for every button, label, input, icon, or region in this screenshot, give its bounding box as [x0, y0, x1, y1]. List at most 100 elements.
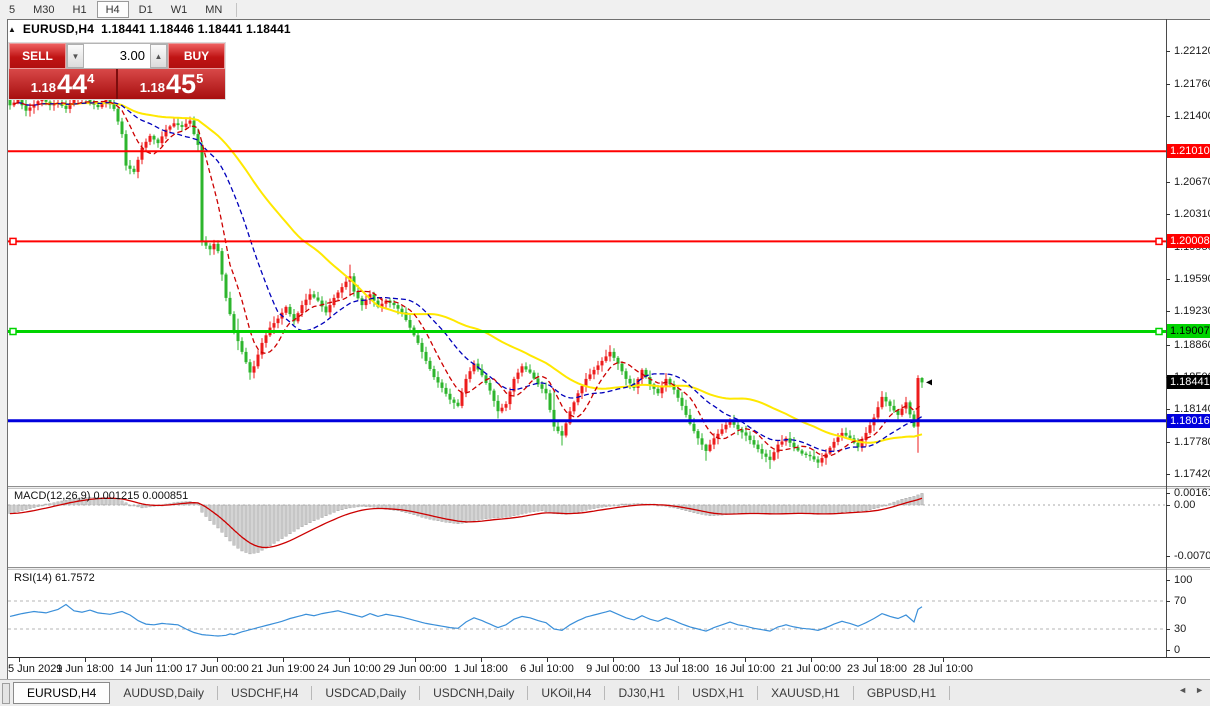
price-axis-tick-label: 1.19230 — [1174, 305, 1210, 317]
axis-tick — [1166, 182, 1170, 183]
axis-tick — [1166, 345, 1170, 346]
hline-price-label: 1.20008 — [1167, 234, 1210, 248]
time-axis-tick — [283, 658, 284, 662]
axis-tick — [1166, 279, 1170, 280]
time-axis-label: 14 Jun 11:00 — [118, 663, 184, 675]
timeframe-button-h1[interactable]: H1 — [65, 1, 95, 18]
sell-price-base: 1.18 — [31, 80, 56, 95]
buy-button[interactable]: BUY — [168, 43, 225, 69]
price-axis-tick-label: 1.17780 — [1174, 436, 1210, 448]
axis-tick — [1166, 442, 1170, 443]
time-axis-label: 1 Jul 18:00 — [448, 663, 514, 675]
time-axis-tick — [151, 658, 152, 662]
axis-tick — [1166, 580, 1170, 581]
tab-nav-arrows: ◄ ► — [1178, 685, 1204, 695]
time-axis-tick — [349, 658, 350, 662]
chart-tab-eurusd[interactable]: EURUSD,H4 — [13, 682, 110, 704]
tab-separator — [949, 686, 950, 700]
price-axis-tick-label: 1.20310 — [1174, 208, 1210, 220]
chart-tab-bar: EURUSD,H4AUDUSD,DailyUSDCHF,H4USDCAD,Dai… — [0, 679, 1210, 706]
trade-panel-collapse-icon[interactable]: ▲ — [8, 25, 16, 34]
tab-scroll-grip[interactable] — [2, 683, 10, 704]
time-axis-tick — [679, 658, 680, 662]
volume-input[interactable]: 3.00 — [84, 44, 150, 68]
current-price-label: 1.18441 — [1167, 375, 1210, 389]
volume-decrease-button[interactable]: ▼ — [67, 44, 84, 68]
macd-axis-tick-label: 0.00161 — [1174, 487, 1210, 499]
time-axis-label: 21 Jun 19:00 — [250, 663, 316, 675]
chart-tab-ukoil[interactable]: UKOil,H4 — [528, 683, 604, 703]
time-axis-label: 28 Jul 10:00 — [910, 663, 976, 675]
chart-tab-usdcnh[interactable]: USDCNH,Daily — [420, 683, 527, 703]
axis-tick — [1166, 474, 1170, 475]
price-axis-tick-label: 1.19590 — [1174, 273, 1210, 285]
mt5-window: 5M30H1H4D1W1MN ▲ EURUSD,H4 1.18441 1.184… — [0, 0, 1210, 706]
chart-tab-audusd[interactable]: AUDUSD,Daily — [110, 683, 217, 703]
timeframe-button-w1[interactable]: W1 — [163, 1, 196, 18]
axis-tick — [1166, 409, 1170, 410]
time-axis-tick — [547, 658, 548, 662]
tab-scroll-left-icon[interactable]: ◄ — [1178, 685, 1187, 695]
timeframe-button-h4[interactable]: H4 — [97, 1, 129, 18]
chart-tab-dj30[interactable]: DJ30,H1 — [605, 683, 678, 703]
axis-tick — [1166, 629, 1170, 630]
chart-tab-usdx[interactable]: USDX,H1 — [679, 683, 757, 703]
price-axis-tick-label: 1.20670 — [1174, 176, 1210, 188]
axis-tick — [1166, 214, 1170, 215]
time-axis-tick — [613, 658, 614, 662]
price-axis-tick-label: 1.17420 — [1174, 468, 1210, 480]
axis-tick — [1166, 493, 1170, 494]
axis-tick — [1166, 311, 1170, 312]
axis-tick — [1166, 650, 1170, 651]
axis-tick — [1166, 116, 1170, 117]
rsi-axis-tick-label: 70 — [1174, 595, 1186, 607]
buy-price-display[interactable]: 1.18455 — [118, 69, 225, 99]
rsi-pane[interactable] — [8, 570, 1166, 657]
rsi-label: RSI(14) 61.7572 — [14, 572, 95, 584]
time-axis[interactable]: 5 Jun 20219 Jun 18:0014 Jun 11:0017 Jun … — [8, 658, 1210, 678]
timeframe-button-5[interactable]: 5 — [1, 1, 23, 18]
sell-price-point: 4 — [87, 71, 94, 86]
price-axis[interactable]: 1.221201.217601.214001.206701.203101.199… — [1166, 0, 1210, 706]
chart-symbol-title: EURUSD,H4 — [23, 22, 94, 36]
price-axis-tick-label: 1.18860 — [1174, 339, 1210, 351]
time-axis-tick — [877, 658, 878, 662]
chart-title-bar: ▲ EURUSD,H4 1.18441 1.18446 1.18441 1.18… — [8, 21, 1158, 37]
timeframe-button-mn[interactable]: MN — [197, 1, 230, 18]
time-axis-tick — [745, 658, 746, 662]
volume-increase-button[interactable]: ▲ — [150, 44, 167, 68]
time-axis-tick — [19, 658, 20, 662]
price-axis-tick-label: 1.22120 — [1174, 45, 1210, 57]
tab-scroll-right-icon[interactable]: ► — [1195, 685, 1204, 695]
time-axis-tick — [415, 658, 416, 662]
axis-tick — [1166, 51, 1170, 52]
time-axis-label: 9 Jul 00:00 — [580, 663, 646, 675]
time-axis-label: 24 Jun 10:00 — [316, 663, 382, 675]
rsi-axis-tick-label: 0 — [1174, 644, 1180, 656]
axis-tick — [1166, 601, 1170, 602]
sell-price-display[interactable]: 1.18444 — [9, 69, 116, 99]
sell-price-pips: 44 — [57, 70, 87, 98]
price-chart-pane[interactable] — [8, 37, 1166, 486]
rsi-axis-tick-label: 30 — [1174, 623, 1186, 635]
timeframe-button-m30[interactable]: M30 — [25, 1, 62, 18]
time-axis-label: 17 Jun 00:00 — [184, 663, 250, 675]
chart-tab-usdcad[interactable]: USDCAD,Daily — [312, 683, 419, 703]
macd-axis-tick-label: 0.00 — [1174, 499, 1195, 511]
price-axis-tick-label: 1.21760 — [1174, 78, 1210, 90]
axis-tick — [1166, 505, 1170, 506]
buy-price-base: 1.18 — [140, 80, 165, 95]
rsi-axis-tick-label: 100 — [1174, 574, 1192, 586]
hline-price-label: 1.18016 — [1167, 414, 1210, 428]
hline-price-label: 1.19007 — [1167, 324, 1210, 338]
chart-tab-gbpusd[interactable]: GBPUSD,H1 — [854, 683, 949, 703]
one-click-trade-panel: SELL ▼ 3.00 ▲ BUY 1.18444 1.18455 — [8, 42, 226, 100]
time-axis-label: 29 Jun 00:00 — [382, 663, 448, 675]
timeframe-button-d1[interactable]: D1 — [131, 1, 161, 18]
chart-tab-xauusd[interactable]: XAUUSD,H1 — [758, 683, 853, 703]
time-axis-label: 23 Jul 18:00 — [844, 663, 910, 675]
time-axis-tick — [943, 658, 944, 662]
time-axis-tick — [217, 658, 218, 662]
chart-tab-usdchf[interactable]: USDCHF,H4 — [218, 683, 311, 703]
sell-button[interactable]: SELL — [9, 43, 66, 69]
